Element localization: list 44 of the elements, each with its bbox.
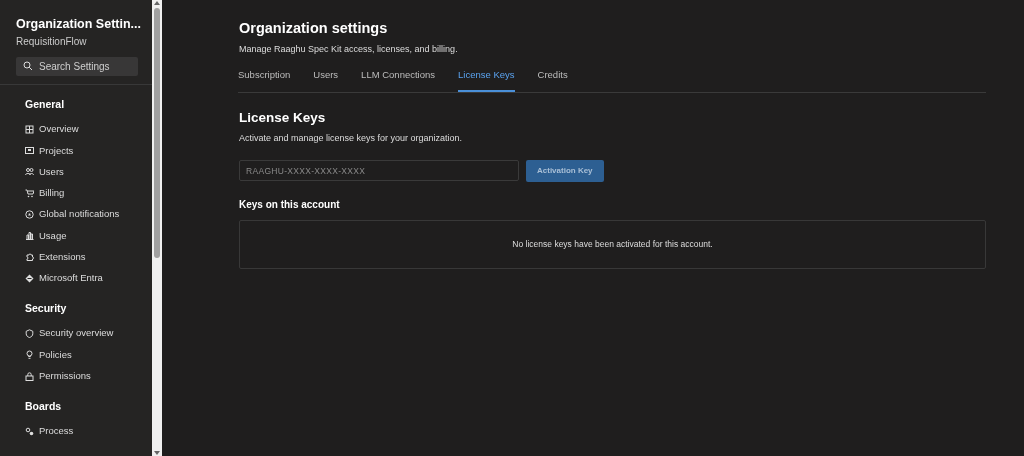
gears-icon bbox=[25, 426, 34, 436]
people-icon bbox=[25, 167, 34, 177]
diamond-icon bbox=[25, 273, 34, 283]
section-title: License Keys bbox=[239, 108, 327, 127]
grid-icon bbox=[25, 124, 34, 134]
window-icon bbox=[25, 146, 34, 156]
scrollbar[interactable] bbox=[152, 0, 162, 456]
sidebar-item[interactable]: Policies bbox=[0, 344, 152, 366]
cart-icon bbox=[25, 188, 34, 198]
scroll-down-icon[interactable] bbox=[154, 450, 160, 456]
keys-heading: Keys on this account bbox=[239, 198, 341, 213]
sidebar-item[interactable]: Process bbox=[0, 420, 152, 442]
shield-icon bbox=[25, 329, 34, 338]
page-subtitle: Manage Raaghu Spec Kit access, licenses, and billing. bbox=[239, 42, 459, 56]
sidebar-item[interactable]: Extensions bbox=[0, 246, 152, 268]
sidebar-item[interactable]: Usage bbox=[0, 225, 152, 247]
tab[interactable]: LLM Connections bbox=[361, 64, 436, 92]
tab[interactable]: Subscription bbox=[238, 64, 291, 92]
sidebar-title: Organization Settin... bbox=[16, 16, 142, 32]
sidebar-item[interactable]: Users bbox=[0, 161, 152, 183]
organization-name: RequisitionFlow bbox=[16, 35, 88, 49]
bar-chart-icon bbox=[25, 231, 34, 241]
empty-message: No license keys have been activated for this account. bbox=[512, 238, 713, 252]
section-description: Activate and manage license keys for your organization. bbox=[239, 131, 464, 145]
section-heading: General bbox=[24, 97, 66, 112]
sidebar-item[interactable]: Security overview bbox=[0, 322, 152, 345]
scroll-up-icon[interactable] bbox=[154, 0, 160, 6]
sidebar-item[interactable]: Billing bbox=[0, 182, 152, 204]
lock-icon bbox=[25, 371, 34, 381]
page-title: Organization settings bbox=[239, 19, 389, 38]
tab[interactable]: License Keys bbox=[458, 64, 515, 92]
sidebar-item[interactable]: Microsoft Entra bbox=[0, 267, 152, 290]
lightbulb-icon bbox=[25, 350, 34, 360]
sidebar-item[interactable]: Projects bbox=[0, 140, 152, 162]
sidebar-item[interactable]: Permissions bbox=[0, 365, 152, 387]
section-heading: Boards bbox=[24, 398, 63, 414]
section-heading: Security bbox=[24, 301, 68, 317]
license-key-field[interactable]: RAAGHU-XXXX-XXXX-XXXX bbox=[239, 160, 519, 182]
search-field[interactable]: Search Settings bbox=[16, 57, 138, 76]
sidebar-item[interactable]: Overview bbox=[0, 118, 152, 141]
notification-icon bbox=[25, 210, 34, 220]
tab[interactable]: Credits bbox=[537, 64, 568, 92]
tab[interactable]: Users bbox=[313, 64, 339, 92]
sidebar-item[interactable]: Global notifications bbox=[0, 203, 152, 226]
